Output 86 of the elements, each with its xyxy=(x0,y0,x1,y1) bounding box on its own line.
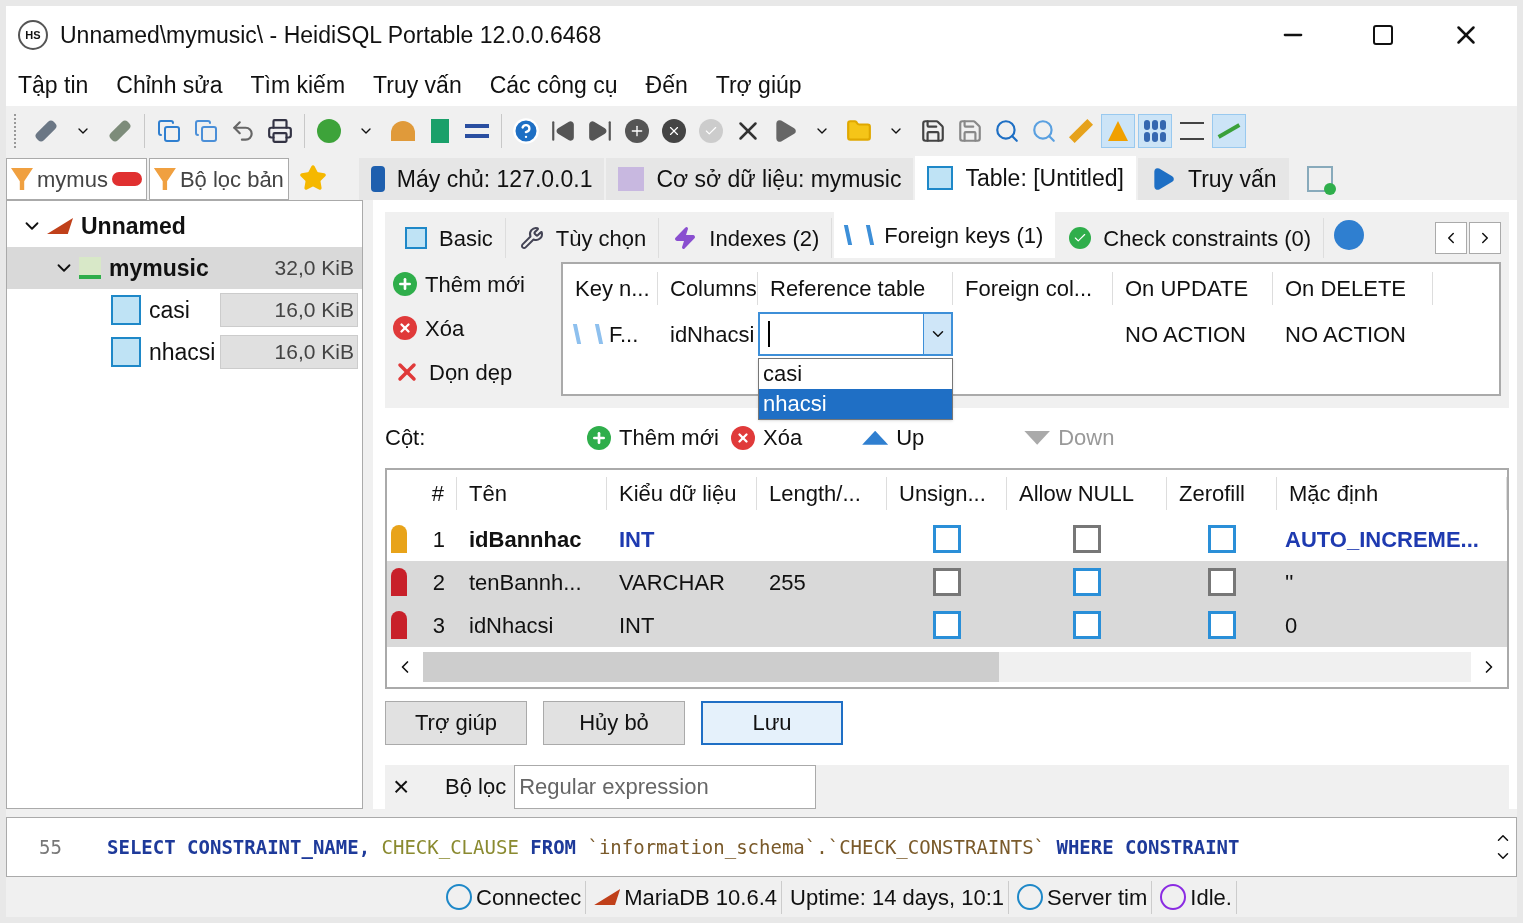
column-header[interactable]: Allow NULL xyxy=(1007,477,1167,511)
app-logo: HS xyxy=(18,20,48,50)
table-cell-text: 0 xyxy=(1284,611,1299,640)
column-header[interactable]: Columns xyxy=(658,271,758,305)
table-cell-text: 2 xyxy=(432,568,446,597)
action-button[interactable]: Thêm mới xyxy=(393,266,553,302)
sidebar-tab[interactable]: mymus xyxy=(6,158,147,200)
tab[interactable]: Truy vấn xyxy=(1137,158,1289,200)
tree-item[interactable]: Unnamed xyxy=(7,205,362,247)
action-button[interactable]: Xóa xyxy=(731,421,803,455)
column-header[interactable]: Zerofill xyxy=(1167,477,1277,511)
sidebar-tab[interactable]: Bộ lọc bản xyxy=(148,158,289,200)
tab[interactable]: Cơ sở dữ liệu: mymusic xyxy=(606,158,914,200)
tree-item[interactable]: nhacsi 16,0 KiB xyxy=(7,331,362,373)
status-text: Connectec xyxy=(476,883,582,912)
action-button[interactable]: Dọn dẹp xyxy=(393,354,553,390)
table-cell-text: tenBannh... xyxy=(468,568,583,597)
table-cell-text: 255 xyxy=(768,568,807,597)
menu-item[interactable]: Chỉnh sửa xyxy=(116,67,223,103)
tab[interactable]: Foreign keys (1) xyxy=(834,212,1056,258)
status-text: Server tim xyxy=(1047,883,1148,912)
close-filter-button[interactable]: × xyxy=(393,765,437,808)
action-button[interactable]: Thêm mới xyxy=(587,421,719,455)
dialog-button[interactable]: Hủy bỏ xyxy=(543,700,685,745)
table-cell-text: NO ACTION xyxy=(1124,320,1247,349)
columns-label: Cột: xyxy=(385,424,427,453)
line-number: 55 xyxy=(38,834,63,860)
sql-text: SELECT CONSTRAINT_NAME, xyxy=(107,835,372,858)
menu-item[interactable]: Các công cụ xyxy=(489,67,618,103)
table-cell-text: 1 xyxy=(432,525,446,554)
column-header[interactable]: Unsign... xyxy=(887,477,1007,511)
sql-text: FROM xyxy=(530,835,578,858)
tab[interactable]: Máy chủ: 127.0.0.1 xyxy=(358,158,605,200)
column-header[interactable]: Foreign col... xyxy=(953,271,1113,305)
table-cell-text: '' xyxy=(1284,568,1295,597)
tree-label: mymusic xyxy=(109,253,210,283)
tree-item[interactable]: casi 16,0 KiB xyxy=(7,289,362,331)
filter-label: Bộ lọc xyxy=(445,773,507,802)
column-header[interactable]: Kiểu dữ liệu xyxy=(607,477,757,511)
table-cell-text: idNhacsi xyxy=(468,611,555,640)
status-text: Uptime: 14 days, 10:1 xyxy=(790,883,1005,912)
status-text: Idle. xyxy=(1190,883,1232,912)
menu-item[interactable]: Tìm kiếm xyxy=(250,67,346,103)
table-row[interactable]: 2 tenBannh... VARCHAR 255 '' xyxy=(387,560,1507,604)
column-header[interactable]: On UPDATE xyxy=(1113,271,1273,305)
tree-item[interactable]: mymusic 32,0 KiB xyxy=(7,247,362,289)
table-cell-text: NO ACTION xyxy=(1284,320,1407,349)
status-text: MariaDB 10.6.4 xyxy=(624,883,778,912)
dropdown-option[interactable]: casi xyxy=(759,359,952,389)
table-cell-text: F... xyxy=(609,320,639,349)
table-row[interactable]: 3 idNhacsi INT 0 xyxy=(387,603,1507,647)
table-cell-text: INT xyxy=(618,611,656,640)
dropdown-option[interactable]: nhacsi xyxy=(759,389,952,419)
menu-item[interactable]: Truy vấn xyxy=(373,67,462,103)
tab[interactable]: Table: [Untitled] xyxy=(915,156,1136,200)
column-header[interactable]: Mặc định xyxy=(1277,477,1507,511)
dialog-button[interactable]: Trợ giúp xyxy=(385,700,527,745)
sql-text: `information_schema`.`CHECK_CONSTRAINTS` xyxy=(587,835,1047,858)
column-header[interactable]: Length/... xyxy=(757,477,887,511)
dialog-button[interactable]: Lưu xyxy=(701,700,843,745)
menu-item[interactable]: Tập tin xyxy=(18,67,89,103)
size-label: 16,0 KiB xyxy=(274,339,355,366)
tree-label: nhacsi xyxy=(149,337,217,367)
table-cell-text: idBannhac xyxy=(468,525,583,554)
tree-label: Unnamed xyxy=(81,211,187,241)
table-cell-text: 3 xyxy=(432,611,446,640)
window-title: Unnamed\mymusic\ - HeidiSQL Portable 12.0.0.6468 xyxy=(60,20,603,50)
size-label: 16,0 KiB xyxy=(274,297,355,324)
column-header[interactable]: On DELETE xyxy=(1273,271,1433,305)
filter-field[interactable]: Regular expression xyxy=(514,764,817,809)
tree-label: casi xyxy=(149,295,191,325)
table-cell-text: idNhacsi xyxy=(669,320,756,349)
column-header[interactable]: Reference table xyxy=(758,271,953,305)
sql-text: WHERE CONSTRAINT xyxy=(1056,835,1240,858)
action-button[interactable]: Up xyxy=(862,421,1013,455)
column-header[interactable]: Tên xyxy=(457,477,607,511)
table-cell-text: AUTO_INCREME... xyxy=(1284,525,1480,554)
action-button[interactable]: Xóa xyxy=(393,310,553,346)
size-label: 32,0 KiB xyxy=(274,255,355,282)
column-header[interactable]: # xyxy=(387,477,457,511)
menu-item[interactable]: Trợ giúp xyxy=(715,67,802,103)
table-cell-text: VARCHAR xyxy=(618,568,726,597)
column-header[interactable]: Key n... xyxy=(563,271,658,305)
menu-item[interactable]: Đến xyxy=(645,67,688,103)
table-cell-text: INT xyxy=(618,525,656,554)
sql-text: CHECK_CLAUSE xyxy=(381,835,520,858)
